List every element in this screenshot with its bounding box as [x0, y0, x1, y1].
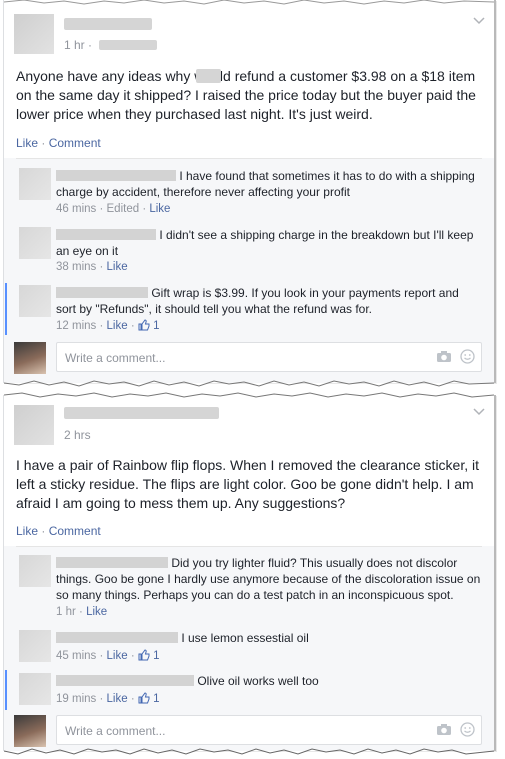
- comment-button[interactable]: Comment: [49, 136, 101, 150]
- thumbs-up-icon: [138, 319, 150, 331]
- comment-meta: 1 hr · Like: [56, 606, 108, 618]
- comment-text: Gift wrap is $3.99. If you look in your …: [56, 286, 459, 316]
- current-user-avatar[interactable]: [14, 342, 46, 374]
- comment-meta: 38 mins · Like: [56, 261, 128, 273]
- new-comment-indicator: [5, 283, 7, 335]
- post-card: 2 hrs I have a pair of Rainbow flip flop…: [3, 392, 496, 755]
- divider: [16, 546, 482, 547]
- post-actions: Like · Comment: [16, 524, 101, 538]
- like-button[interactable]: Like: [16, 524, 38, 538]
- comment-like-link[interactable]: Like: [107, 693, 128, 705]
- comment-meta: 46 mins · Edited · Like: [56, 203, 171, 215]
- audience-blur: [99, 40, 158, 50]
- torn-edge: [4, 392, 494, 398]
- comment-like-link[interactable]: Like: [149, 203, 170, 215]
- torn-edge: [4, 380, 494, 387]
- commenter-name[interactable]: [56, 170, 176, 181]
- comment-text: I didn't see a shipping charge in the br…: [56, 228, 474, 258]
- comment-meta: 12 mins · Like · 1: [56, 319, 160, 332]
- commenter-avatar[interactable]: [19, 168, 51, 200]
- commenter-avatar[interactable]: [19, 555, 51, 587]
- commenter-avatar[interactable]: [19, 673, 51, 705]
- post-timestamp[interactable]: 1 hr ·: [64, 38, 158, 52]
- comment-like-link[interactable]: Like: [107, 650, 128, 662]
- author-avatar[interactable]: [14, 14, 54, 54]
- commenter-name[interactable]: [56, 557, 168, 568]
- torn-edge: [4, 0, 494, 5]
- comment: Did you try lighter fluid? This usually …: [14, 555, 482, 623]
- commenter-avatar[interactable]: [19, 630, 51, 662]
- emoji-icon[interactable]: [460, 722, 475, 737]
- comment-meta: 45 mins · Like · 1: [56, 649, 160, 662]
- like-count[interactable]: 1: [153, 693, 159, 705]
- chevron-down-icon[interactable]: [472, 407, 486, 417]
- comment-text: Did you try lighter fluid? This usually …: [56, 556, 481, 602]
- comment: I have found that sometimes it has to do…: [14, 168, 482, 218]
- author-name[interactable]: [64, 18, 152, 30]
- like-count[interactable]: 1: [153, 650, 159, 662]
- camera-icon[interactable]: [436, 350, 452, 363]
- commenter-name[interactable]: [56, 229, 156, 240]
- post-actions: Like · Comment: [16, 136, 101, 150]
- commenter-name[interactable]: [56, 675, 194, 686]
- camera-icon[interactable]: [436, 723, 452, 736]
- write-comment-row: Write a comment...: [14, 715, 482, 747]
- comment-button[interactable]: Comment: [49, 524, 101, 538]
- thumbs-up-icon: [138, 692, 150, 704]
- comment: I didn't see a shipping charge in the br…: [14, 227, 482, 277]
- post-timestamp[interactable]: 2 hrs: [64, 428, 91, 442]
- post-text: I have a pair of Rainbow flip flops. Whe…: [16, 457, 480, 511]
- new-comment-indicator: [5, 670, 7, 710]
- commenter-name[interactable]: [56, 632, 178, 643]
- thumbs-up-icon: [138, 649, 150, 661]
- author-avatar[interactable]: [14, 405, 54, 445]
- comment-text: I have found that sometimes it has to do…: [56, 169, 475, 199]
- commenter-name[interactable]: [56, 287, 148, 298]
- comment: I use lemon essestial oil 45 mins · Like…: [14, 630, 482, 666]
- current-user-avatar[interactable]: [14, 715, 46, 747]
- chevron-down-icon[interactable]: [472, 16, 486, 26]
- post-text: Anyone have any ideas why would refund a…: [16, 68, 476, 122]
- author-name[interactable]: [64, 407, 219, 419]
- comment-like-link[interactable]: Like: [107, 320, 128, 332]
- comment-input[interactable]: Write a comment...: [56, 342, 482, 372]
- comment-text: I use lemon essestial oil: [56, 630, 482, 646]
- redacted-word: [196, 69, 221, 83]
- divider: [16, 158, 482, 159]
- emoji-icon[interactable]: [460, 349, 475, 364]
- comment: Olive oil works well too 19 mins · Like …: [14, 673, 482, 709]
- like-count[interactable]: 1: [153, 320, 159, 332]
- commenter-avatar[interactable]: [19, 285, 51, 317]
- comment-text: Olive oil works well too: [56, 673, 482, 689]
- comment-like-link[interactable]: Like: [86, 606, 107, 618]
- commenter-avatar[interactable]: [19, 227, 51, 259]
- comment-meta: 19 mins · Like · 1: [56, 692, 160, 705]
- comment: Gift wrap is $3.99. If you look in your …: [14, 285, 482, 335]
- torn-edge: [4, 748, 494, 755]
- comment-like-link[interactable]: Like: [107, 261, 128, 273]
- post-card: 1 hr · Anyone have any ideas why would r…: [3, 0, 496, 387]
- write-comment-row: Write a comment...: [14, 342, 482, 374]
- comment-input[interactable]: Write a comment...: [56, 715, 482, 745]
- like-button[interactable]: Like: [16, 136, 38, 150]
